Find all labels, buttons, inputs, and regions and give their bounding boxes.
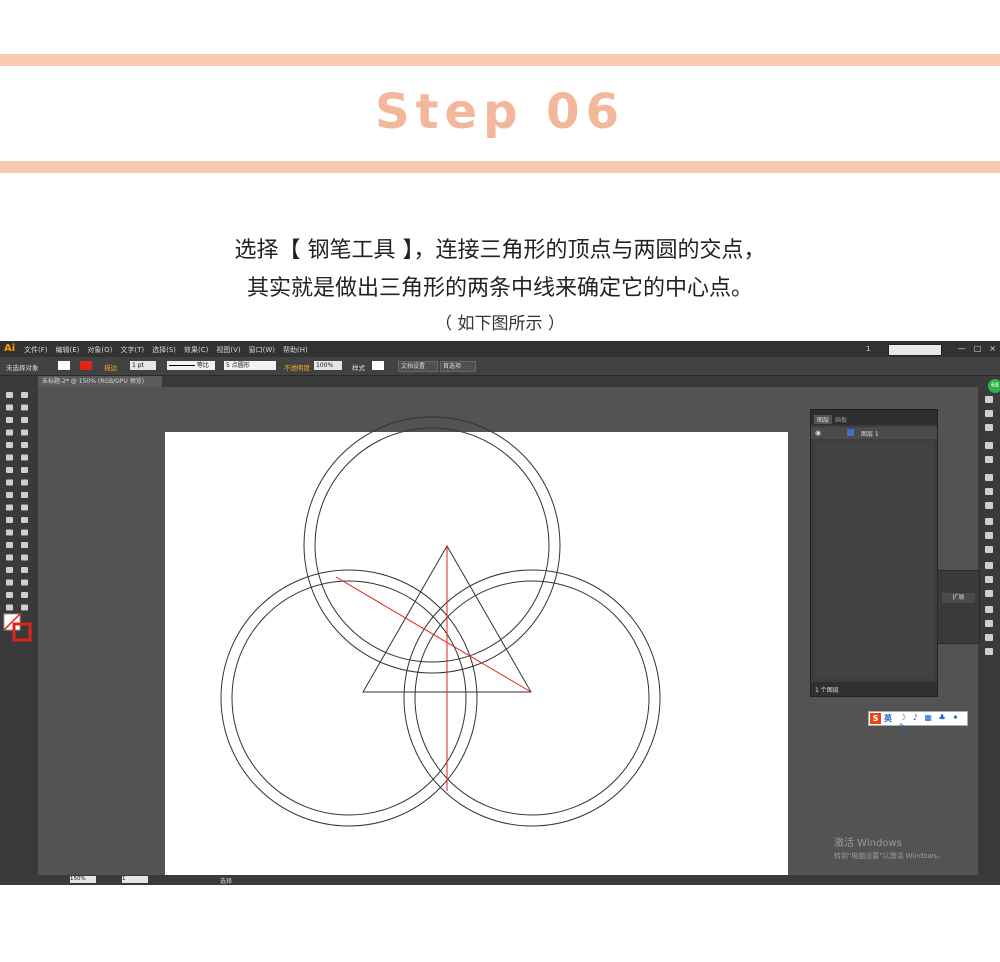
eye-icon[interactable]: ◉ [815, 429, 821, 437]
left-outer-circle [220, 569, 478, 827]
description-line-3: （ 如下图所示 ） [435, 314, 565, 334]
ime-toolbar: S 英 ☽ ♪ ▦ ♣ ✦ ✎ [868, 711, 968, 731]
top-inner-circle [314, 427, 550, 663]
layers-panel: 图层 画板 ◉ 图层 1 1 个图层 [810, 409, 938, 697]
layers-list [814, 441, 934, 679]
windows-activation-watermark: 激活 Windows 转到"电脑设置"以激活 Windows。 [834, 834, 944, 861]
top-outer-circle [303, 416, 561, 674]
side-panel: 扩展 [937, 570, 980, 644]
layers-footer: 1 个图层 [811, 682, 937, 696]
right-outer-circle [403, 569, 661, 827]
top-band [0, 54, 1000, 66]
sogou-icon[interactable]: S [870, 713, 881, 724]
layer-selected-icon [847, 429, 854, 436]
zoom-field[interactable]: 150% [70, 876, 96, 883]
diagonal-median-line [335, 576, 532, 693]
bottom-band [0, 161, 1000, 173]
layer-row[interactable]: ◉ 图层 1 [811, 427, 937, 439]
tab-layers[interactable]: 图层 [814, 415, 833, 424]
expand-button[interactable]: 扩展 [942, 593, 975, 603]
layers-panel-header: 图层 画板 [811, 410, 937, 425]
watermark-line-2: 转到"电脑设置"以激活 Windows。 [834, 852, 944, 860]
ime-lang[interactable]: 英 [884, 713, 892, 724]
description-line-2: 其实就是做出三角形的两条中线来确定它的中心点。 [246, 276, 753, 301]
ime-tools-icon[interactable]: ☽ ♪ ▦ ♣ ✦ ✎ [899, 713, 967, 731]
step-title: Step 06 [375, 84, 625, 140]
watermark-line-1: 激活 Windows [834, 838, 902, 849]
status-mode: 选择 [220, 878, 233, 885]
layer-name[interactable]: 图层 1 [861, 429, 879, 438]
status-bar: 150% 1 选择 [38, 875, 978, 885]
description-line-1: 选择【 钢笔工具 】，连接三角形的顶点与两圆的交点， [234, 238, 766, 263]
illustrator-window: Ai 文件(F) 编辑(E) 对象(O) 文字(T) 选择(S) 效果(C) 视图(V) 窗口… [0, 341, 1000, 885]
right-inner-circle [414, 580, 650, 816]
artboard-nav-field[interactable]: 1 [122, 876, 148, 883]
left-inner-circle [231, 580, 467, 816]
tab-artboards[interactable]: 画板 [835, 415, 847, 424]
